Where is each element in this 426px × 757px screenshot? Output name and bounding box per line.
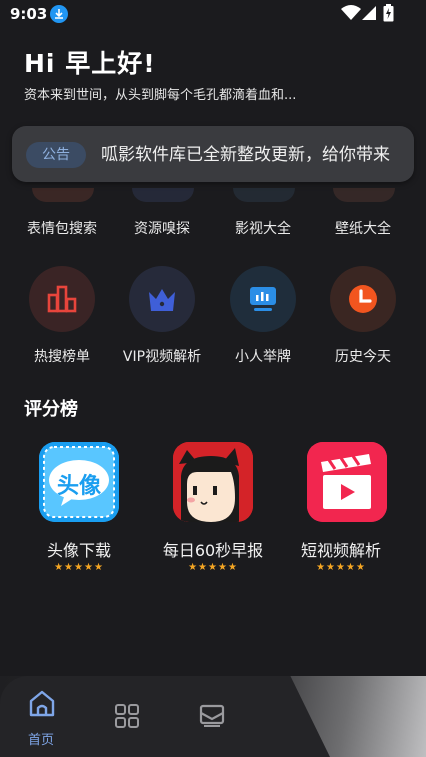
wifi-icon bbox=[341, 5, 361, 20]
grid-item-history-today[interactable]: 历史今天 bbox=[313, 346, 413, 366]
daily-news-app-icon[interactable] bbox=[173, 442, 253, 522]
notice-tag: 公告 bbox=[26, 142, 86, 168]
grid-item-movies[interactable]: 影视大全 bbox=[213, 218, 313, 238]
rank-item-daily-news[interactable]: 每日60秒早报 bbox=[148, 537, 278, 561]
nav-apps[interactable] bbox=[114, 703, 140, 733]
wallpaper-icon[interactable] bbox=[333, 188, 395, 202]
rating-stars: ★★★★★ bbox=[188, 562, 238, 573]
grid-item-sign-holder[interactable]: 小人举牌 bbox=[213, 346, 313, 366]
greeting-subtitle: 资本来到世间，从头到脚每个毛孔都滴着血和... bbox=[24, 88, 297, 103]
grid-item-hot-search[interactable]: 热搜榜单 bbox=[12, 346, 112, 366]
sign-board-icon bbox=[250, 287, 276, 311]
rank-item-avatar-download[interactable]: 头像下载 bbox=[14, 537, 144, 561]
avatar-app-icon-text: 头像 bbox=[56, 474, 101, 499]
crown-icon bbox=[149, 289, 175, 311]
signal-icon bbox=[362, 6, 376, 20]
nav-home[interactable] bbox=[26, 688, 58, 722]
avatar-download-app-icon[interactable]: 头像 bbox=[39, 442, 119, 522]
rank-item-short-video[interactable]: 短视频解析 bbox=[276, 537, 406, 561]
battery-charging-icon bbox=[383, 4, 394, 22]
nav-messages[interactable] bbox=[198, 703, 226, 733]
movies-icon[interactable] bbox=[233, 188, 295, 202]
notice-text: 呱影软件库已全新整改更新，给你带来 bbox=[101, 145, 390, 165]
grid-item-emoji-search[interactable]: 表情包搜索 bbox=[12, 218, 112, 238]
nav-home-label[interactable]: 首页 bbox=[28, 729, 54, 748]
emoji-search-icon[interactable] bbox=[32, 188, 94, 202]
home-icon bbox=[29, 690, 55, 717]
bar-chart-icon bbox=[47, 285, 77, 313]
notice-bar[interactable]: 公告 呱影软件库已全新整改更新，给你带来 bbox=[12, 126, 414, 182]
sign-holder-button[interactable] bbox=[230, 266, 296, 332]
grid-item-resource-sniff[interactable]: 资源嗅探 bbox=[112, 218, 212, 238]
hot-search-button[interactable] bbox=[29, 266, 95, 332]
download-icon bbox=[50, 5, 68, 23]
status-time: 9:03 bbox=[10, 5, 48, 23]
grid-item-vip-video[interactable]: VIP视频解析 bbox=[112, 346, 212, 366]
resource-sniff-icon[interactable] bbox=[132, 188, 194, 202]
clock-icon bbox=[349, 285, 377, 313]
rating-stars: ★★★★★ bbox=[54, 562, 104, 573]
vip-video-button[interactable] bbox=[129, 266, 195, 332]
rating-stars: ★★★★★ bbox=[316, 562, 366, 573]
grid-item-wallpaper[interactable]: 壁纸大全 bbox=[313, 218, 413, 238]
status-bar: 9:03 bbox=[0, 0, 426, 30]
history-today-button[interactable] bbox=[330, 266, 396, 332]
ranking-title: 评分榜 bbox=[24, 399, 78, 420]
grid-apps-icon bbox=[115, 704, 139, 728]
short-video-app-icon[interactable] bbox=[307, 442, 387, 522]
mail-icon bbox=[199, 704, 225, 727]
greeting-title: Hi 早上好! bbox=[24, 49, 156, 78]
